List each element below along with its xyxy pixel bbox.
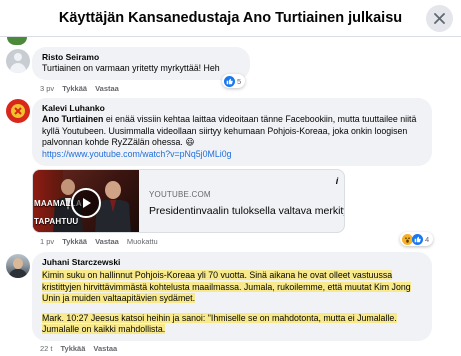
avatar[interactable]	[6, 254, 30, 278]
video-thumbnail[interactable]: MAAMALLA TAPAHTUU	[33, 170, 139, 232]
info-icon[interactable]: i	[330, 174, 344, 188]
reply-link[interactable]: Vastaa	[95, 237, 119, 246]
comment-text: Turtiainen on varmaan yritetty myrkyttää…	[42, 63, 220, 73]
avatar[interactable]	[6, 99, 30, 123]
comment-meta: 1 pv Tykkää Vastaa Muokattu	[40, 237, 158, 246]
like-emoji-icon	[412, 233, 423, 245]
dialog-title: Käyttäjän Kansanedustaja Ano Turtiainen …	[58, 10, 403, 26]
close-icon	[434, 13, 445, 24]
comment-bubble: Kalevi Luhanko Ano Turtiainen ei enää vi…	[32, 98, 432, 166]
comment-text: Ano Turtiainen ei enää vissiin kehtaa la…	[42, 114, 422, 149]
comment-time[interactable]: 3 pv	[40, 84, 54, 93]
like-link[interactable]: Tykkää	[62, 237, 87, 246]
reaction-summary[interactable]: 4	[400, 232, 434, 246]
edited-label: Muokattu	[126, 237, 158, 246]
mention-link[interactable]: Ano Turtiainen	[42, 114, 103, 124]
thumbnail-caption: TAPAHTUU	[34, 217, 79, 226]
play-button[interactable]	[71, 188, 101, 218]
like-link[interactable]: Tykkää	[61, 344, 86, 353]
comment-author[interactable]: Risto Seiramo	[42, 52, 240, 63]
highlighted-text: Mark. 10:27 Jeesus katsoi heihin ja sano…	[42, 312, 397, 335]
card-title: Presidentinvaalin tuloksella valtava mer…	[149, 205, 345, 217]
card-domain: YOUTUBE.COM	[149, 190, 211, 199]
youtube-link[interactable]: https://www.youtube.com/watch?v=pNq5j0ML…	[42, 149, 422, 161]
comment-time[interactable]: 22 t	[40, 344, 53, 353]
comment-author[interactable]: Juhani Starczewski	[42, 257, 422, 268]
reaction-count: 4	[425, 234, 430, 244]
comment-bubble: Juhani Starczewski Kimin suku on hallinn…	[32, 252, 432, 341]
dialog-header: Käyttäjän Kansanedustaja Ano Turtiainen …	[0, 0, 461, 37]
play-icon	[82, 198, 91, 208]
comment-paragraph: Kimin suku on hallinnut Pohjois-Koreaa y…	[42, 270, 422, 305]
like-link[interactable]: Tykkää	[62, 84, 87, 93]
comment-time[interactable]: 1 pv	[40, 237, 54, 246]
comment-bubble: Risto Seiramo Turtiainen on varmaan yrit…	[32, 47, 250, 80]
close-button[interactable]	[426, 5, 453, 32]
reply-link[interactable]: Vastaa	[95, 84, 119, 93]
like-emoji-icon	[224, 75, 235, 87]
link-preview-card[interactable]: MAAMALLA TAPAHTUU YOUTUBE.COM Presidenti…	[32, 169, 345, 233]
comment-meta: 3 pv Tykkää Vastaa	[40, 84, 119, 93]
highlighted-text: Kimin suku on hallinnut Pohjois-Koreaa y…	[42, 270, 411, 304]
avatar[interactable]	[7, 37, 27, 45]
avatar[interactable]	[6, 49, 30, 73]
comment-meta: 22 t Tykkää Vastaa	[40, 344, 117, 353]
reaction-count: 5	[237, 76, 242, 86]
comment-author[interactable]: Kalevi Luhanko	[42, 103, 422, 114]
comment-paragraph: Mark. 10:27 Jeesus katsoi heihin ja sano…	[42, 312, 422, 336]
reaction-summary[interactable]: 5	[222, 74, 246, 88]
reply-link[interactable]: Vastaa	[93, 344, 117, 353]
emblem-icon	[11, 104, 25, 118]
